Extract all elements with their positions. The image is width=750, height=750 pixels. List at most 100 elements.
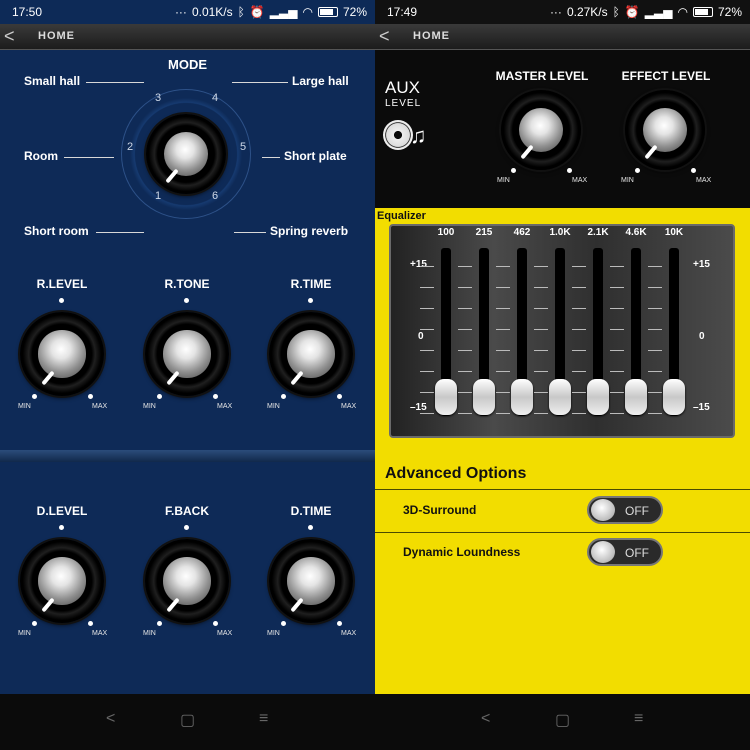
effect-level-knob[interactable] bbox=[625, 90, 705, 170]
mode-number-6[interactable]: 6 bbox=[212, 190, 218, 202]
knob-cap bbox=[163, 330, 211, 378]
eq-slider-handle[interactable] bbox=[663, 379, 685, 415]
eq-slider-handle[interactable] bbox=[549, 379, 571, 415]
knob-max-label: MAX bbox=[92, 630, 108, 637]
divider bbox=[375, 532, 750, 533]
mode-number-5[interactable]: 5 bbox=[240, 141, 246, 153]
eq-tick bbox=[420, 287, 434, 288]
r-level-knob[interactable] bbox=[20, 312, 104, 396]
network-speed: 0.27K/s bbox=[566, 5, 608, 19]
eq-tick bbox=[458, 308, 472, 309]
equalizer-label: Equalizer bbox=[377, 210, 426, 222]
dynamic-loudness-toggle[interactable]: OFF bbox=[587, 538, 663, 566]
nav-menu-icon[interactable]: ≡ bbox=[634, 710, 643, 728]
knob-min-dot bbox=[281, 621, 286, 626]
advanced-options-section bbox=[375, 454, 750, 694]
eq-band-label: 2.1K bbox=[587, 227, 609, 238]
back-chevron-icon[interactable]: < bbox=[379, 26, 390, 47]
knob-indicator-dot bbox=[308, 525, 313, 530]
eq-tick bbox=[534, 266, 548, 267]
reverb-screen: 17:50 ··· 0.01K/s ᛒ ⏰ ▂▃▅ ◠ 72% < HOME M… bbox=[0, 0, 375, 750]
eq-tick bbox=[458, 371, 472, 372]
knob-max-label: MAX bbox=[696, 177, 712, 184]
eq-slider-handle[interactable] bbox=[435, 379, 457, 415]
wifi-icon: ◠ bbox=[677, 5, 688, 19]
mode-label-large-hall[interactable]: Large hall bbox=[292, 74, 349, 88]
mode-label-room[interactable]: Room bbox=[24, 149, 58, 163]
knob-cap bbox=[287, 330, 335, 378]
surround-toggle[interactable]: OFF bbox=[587, 496, 663, 524]
d-time-knob[interactable] bbox=[269, 539, 353, 623]
eq-slider-handle[interactable] bbox=[587, 379, 609, 415]
eq-tick bbox=[648, 392, 662, 393]
knob-min-label: MIN bbox=[18, 630, 31, 637]
eq-tick bbox=[572, 266, 586, 267]
eq-tick bbox=[534, 329, 548, 330]
status-icons: ··· 0.27K/s ᛒ ⏰ ▂▃▅ ◠ 72% bbox=[550, 5, 742, 19]
eq-slider-handle[interactable] bbox=[473, 379, 495, 415]
nav-back-icon[interactable]: < bbox=[106, 710, 115, 728]
eq-tick bbox=[648, 308, 662, 309]
knob-min-label: MIN bbox=[267, 630, 280, 637]
master-level-knob[interactable] bbox=[501, 90, 581, 170]
divider bbox=[375, 489, 750, 490]
nav-back-icon[interactable]: < bbox=[481, 710, 490, 728]
eq-tick bbox=[610, 308, 624, 309]
home-title[interactable]: HOME bbox=[38, 30, 75, 42]
mode-label-short-room[interactable]: Short room bbox=[24, 224, 89, 238]
eq-band-label: 10K bbox=[664, 227, 684, 238]
toggle-thumb bbox=[591, 499, 615, 521]
eq-tick bbox=[458, 287, 472, 288]
signal-icon: ▂▃▅ bbox=[269, 5, 298, 19]
r-time-knob[interactable] bbox=[269, 312, 353, 396]
mode-line bbox=[64, 157, 114, 158]
eq-tick bbox=[458, 329, 472, 330]
eq-tick bbox=[420, 392, 434, 393]
mode-label-short-plate[interactable]: Short plate bbox=[284, 149, 347, 163]
eq-tick bbox=[458, 350, 472, 351]
knob-indicator-dot bbox=[184, 298, 189, 303]
knob-min-label: MIN bbox=[621, 177, 634, 184]
knob-pointer bbox=[290, 597, 304, 613]
d-level-knob[interactable] bbox=[20, 539, 104, 623]
status-bar: 17:49 ··· 0.27K/s ᛒ ⏰ ▂▃▅ ◠ 72% bbox=[375, 0, 750, 24]
eq-slider-handle[interactable] bbox=[625, 379, 647, 415]
mode-title: MODE bbox=[168, 57, 207, 72]
mode-number-3[interactable]: 3 bbox=[155, 92, 161, 104]
mode-label-small-hall[interactable]: Small hall bbox=[24, 74, 80, 88]
mode-knob[interactable] bbox=[146, 114, 226, 194]
r-level-title: R.LEVEL bbox=[36, 277, 88, 291]
mode-number-1[interactable]: 1 bbox=[155, 190, 161, 202]
eq-tick bbox=[496, 413, 510, 414]
eq-tick bbox=[420, 329, 434, 330]
eq-scale-mid-left: 0 bbox=[418, 331, 424, 342]
knob-max-dot bbox=[88, 394, 93, 399]
eq-tick bbox=[610, 329, 624, 330]
eq-tick bbox=[496, 308, 510, 309]
eq-slider-handle[interactable] bbox=[511, 379, 533, 415]
eq-tick bbox=[420, 371, 434, 372]
eq-tick bbox=[610, 371, 624, 372]
nav-menu-icon[interactable]: ≡ bbox=[259, 710, 268, 728]
knob-max-label: MAX bbox=[341, 403, 357, 410]
mode-number-2[interactable]: 2 bbox=[127, 141, 133, 153]
mode-number-4[interactable]: 4 bbox=[212, 92, 218, 104]
knob-min-dot bbox=[511, 168, 516, 173]
mode-label-spring-reverb[interactable]: Spring reverb bbox=[270, 224, 348, 238]
nav-home-icon[interactable]: ▢ bbox=[180, 710, 195, 730]
f-back-knob[interactable] bbox=[145, 539, 229, 623]
r-tone-knob[interactable] bbox=[145, 312, 229, 396]
nav-home-icon[interactable]: ▢ bbox=[555, 710, 570, 730]
home-title[interactable]: HOME bbox=[413, 30, 450, 42]
back-chevron-icon[interactable]: < bbox=[4, 26, 15, 47]
eq-tick bbox=[648, 266, 662, 267]
eq-band-label: 1.0K bbox=[549, 227, 571, 238]
knob-max-dot bbox=[337, 621, 342, 626]
knob-max-dot bbox=[213, 621, 218, 626]
eq-tick bbox=[610, 350, 624, 351]
eq-tick bbox=[534, 350, 548, 351]
battery-percent: 72% bbox=[717, 5, 742, 19]
eq-tick bbox=[496, 392, 510, 393]
knob-cap bbox=[38, 557, 86, 605]
eq-band-label: 462 bbox=[513, 227, 531, 238]
